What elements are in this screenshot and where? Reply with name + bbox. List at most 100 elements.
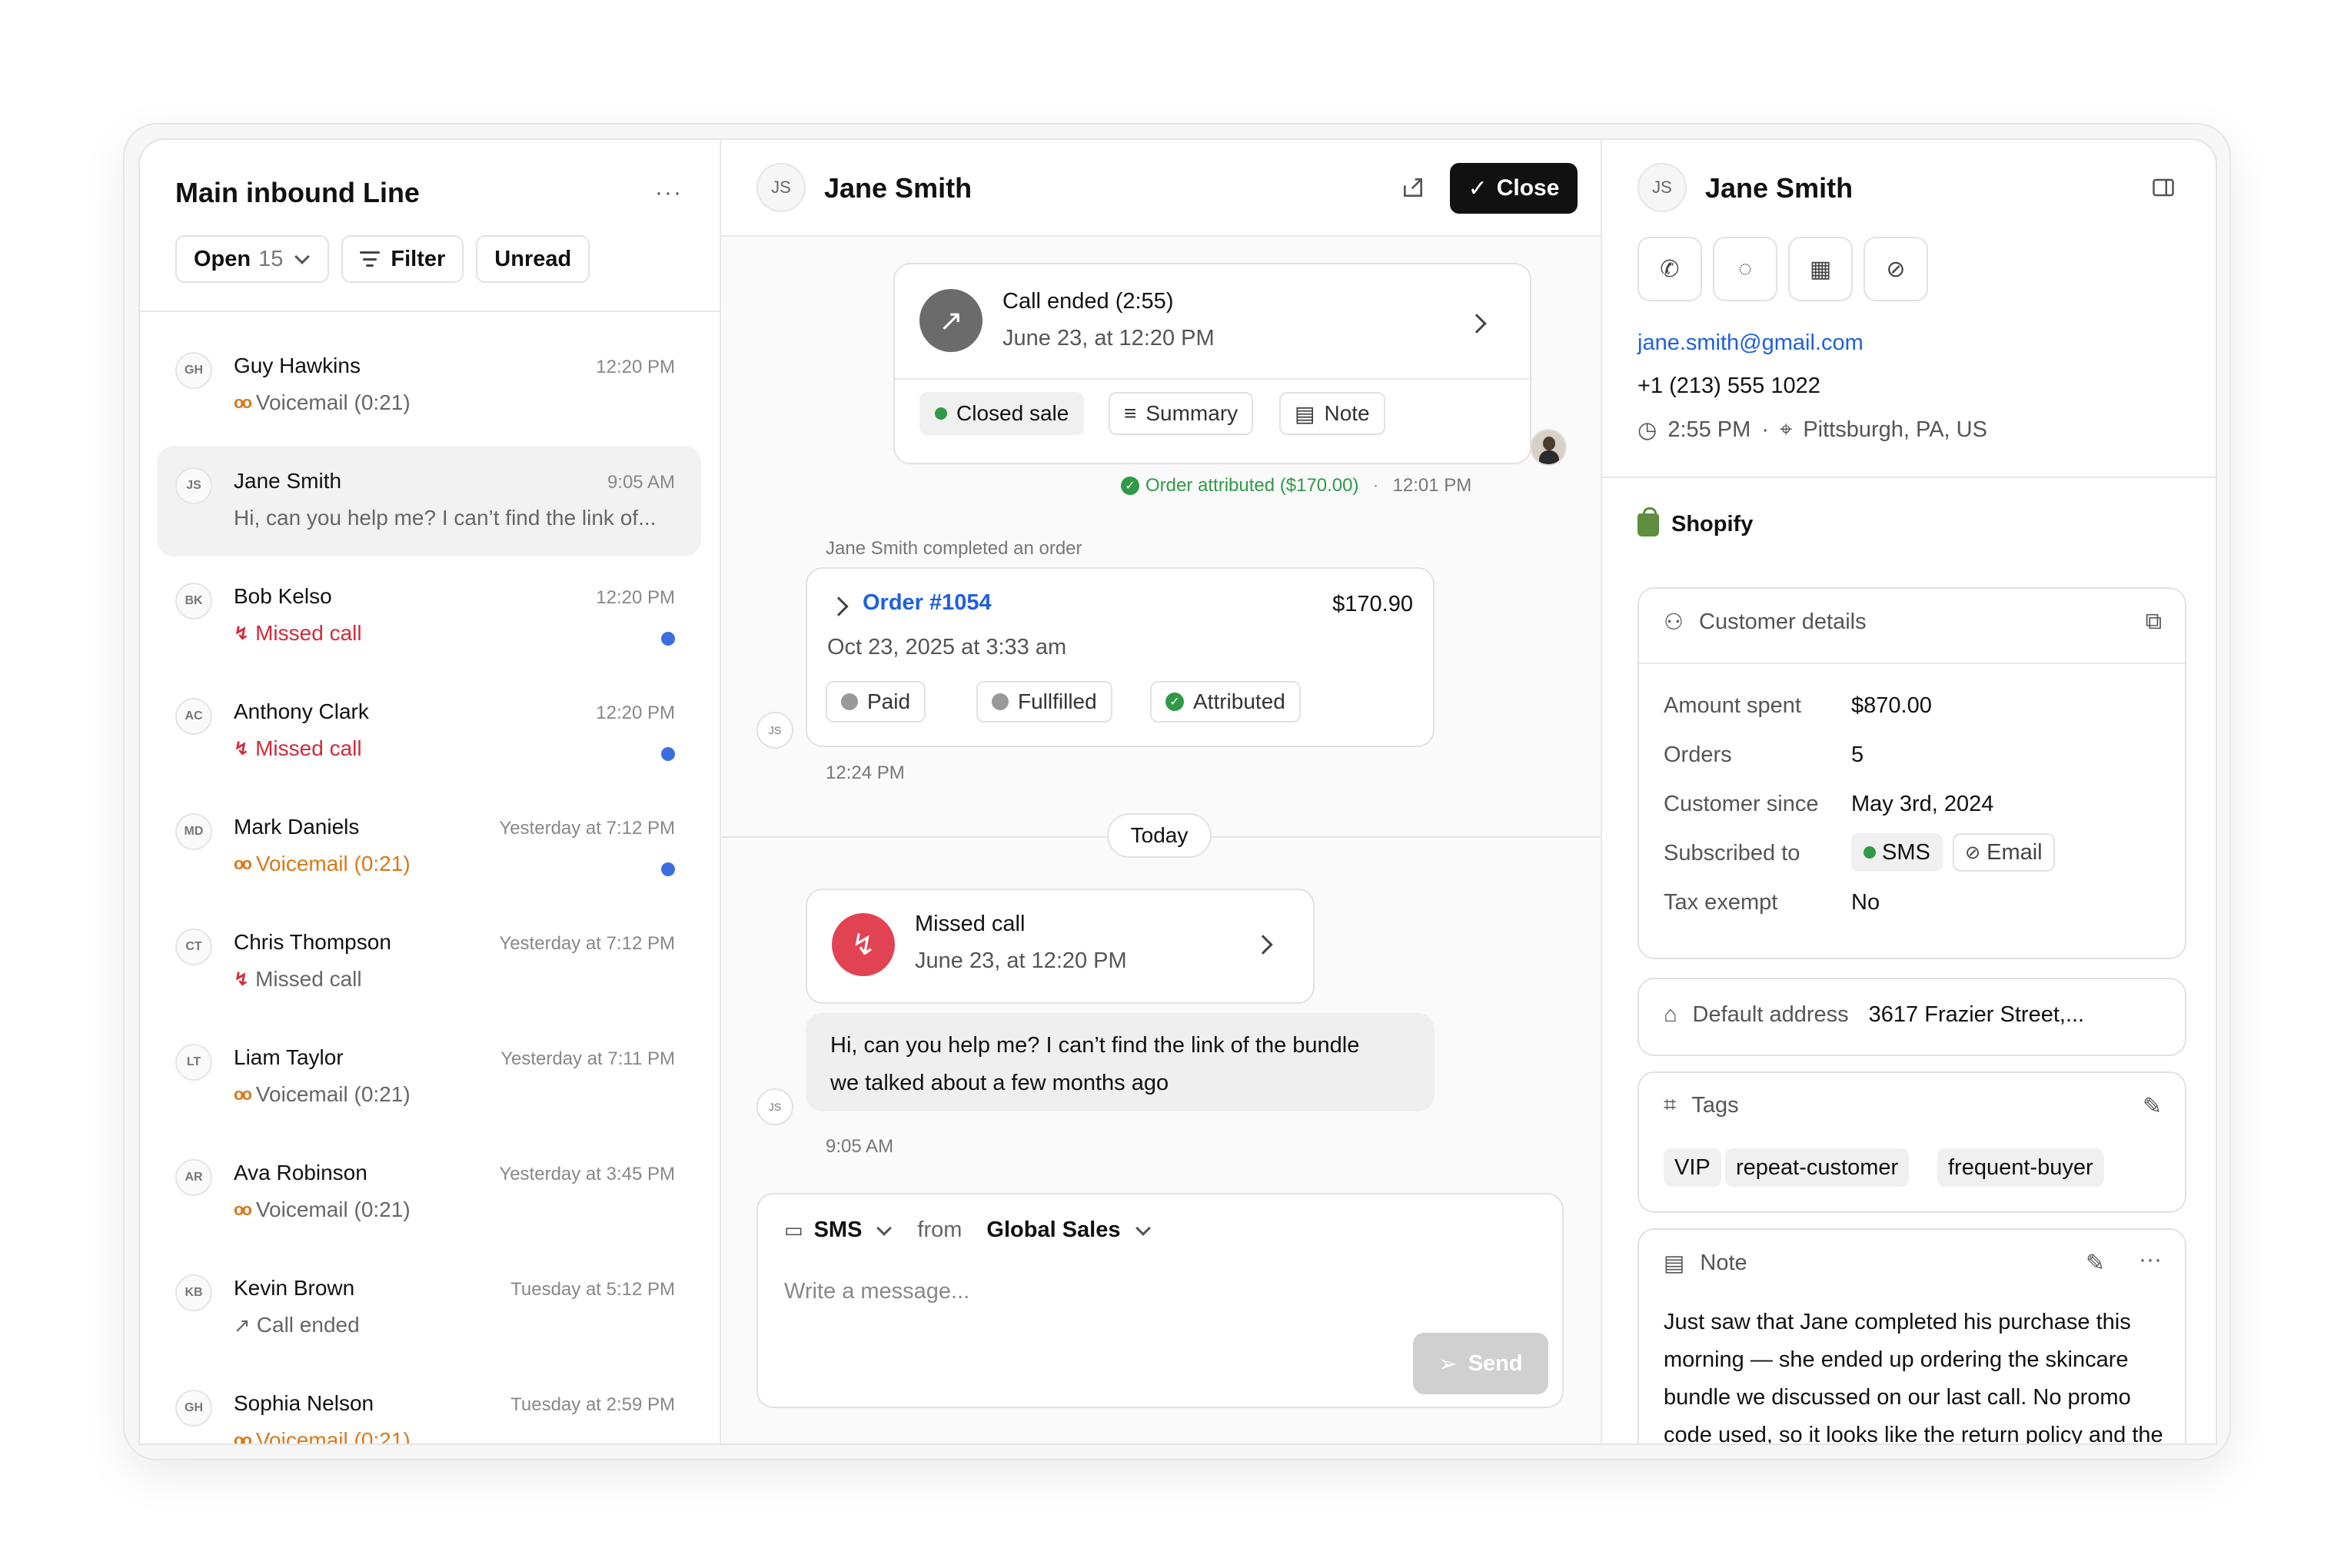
unread-filter-button[interactable]: Unread [476,235,590,283]
conversation-item[interactable]: GH Guy Hawkins 12:20 PM oo Voicemail (0:2… [157,331,701,441]
detail-label: Customer since [1664,792,1819,816]
conversation-panel: JS Jane Smith ✓ Close ↗ Call ended (2:55… [721,140,1602,1443]
status-dot [841,693,858,710]
message-time: 9:05 AM [826,1136,894,1157]
share-icon[interactable] [1396,171,1430,204]
channel-select[interactable]: SMS [814,1218,863,1243]
missed-call-card[interactable]: ↯ Missed call June 23, at 12:20 PM [806,889,1315,1004]
avatar: AC [175,698,212,735]
chevron-down-icon[interactable] [1135,1220,1151,1236]
contact-name: Bob Kelso [234,584,332,608]
customer-details-card: ⚇ Customer details ⧉ Amount spent $870.0… [1637,587,2186,959]
calendar-icon: ▦ [1809,256,1832,282]
conversation-preview: oo Voicemail (0:21) [234,1428,411,1443]
chevron-down-icon[interactable] [876,1220,893,1236]
conversation-time: Yesterday at 7:11 PM [500,1048,675,1069]
conversation-item[interactable]: LT Liam Taylor Yesterday at 7:11 PM oo Vo… [157,1022,701,1133]
contact-meta: ◷ 2:55 PM · ⌖ Pittsburgh, PA, US [1637,417,1987,443]
conversation-item-active[interactable]: JS Jane Smith 9:05 AM Hi, can you help m… [157,446,701,556]
filter-button[interactable]: Filter [341,235,464,283]
conversation-item[interactable]: AC Anthony Clark 12:20 PM ↯ Missed call [157,676,701,787]
voicemail-icon: oo [234,1085,252,1104]
filter-label: Filter [391,246,446,271]
message-text-line: we talked about a few months ago [830,1071,1169,1095]
line-select[interactable]: Global Sales [986,1218,1120,1243]
pencil-icon[interactable]: ✎ [2143,1093,2162,1120]
detail-label: Subscribed to [1664,841,1800,865]
summary-icon: ≡ [1124,401,1137,425]
toggle-sidebar-icon[interactable] [2146,171,2180,204]
status-filter-dropdown[interactable]: Open 15 [175,235,330,283]
outgoing-call-icon: ↗ [919,289,982,352]
voicemail-icon: oo [234,1200,252,1219]
conversation-list: GH Guy Hawkins 12:20 PM oo Voicemail (0:2… [140,312,720,1443]
conversation-item[interactable]: KB Kevin Brown Tuesday at 5:12 PM ↗ Call … [157,1253,701,1364]
customer-since-value: May 3rd, 2024 [1851,792,1994,816]
default-address-card[interactable]: ⌂ Default address 3617 Frazier Street,..… [1637,978,2186,1056]
conversation-item[interactable]: BK Bob Kelso 12:20 PM ↯ Missed call [157,561,701,672]
call-button[interactable]: ✆ [1637,237,1702,301]
note-button[interactable]: ▤ Note [1279,392,1385,435]
conversation-item[interactable]: CT Chris Thompson Yesterday at 7:12 PM ↯… [157,907,701,1018]
customer-details-header: ⚇ Customer details [1664,610,1867,635]
outgoing-call-icon: ↗ [234,1313,251,1337]
block-icon: ⊘ [1886,256,1906,282]
contact-name: Anthony Clark [234,699,369,723]
order-link[interactable]: Order #1054 [863,590,992,616]
message-button[interactable]: ◌ [1713,237,1777,301]
send-button[interactable]: ➢ Send [1413,1333,1548,1394]
message-bubble: Hi, can you help me? I can’t find the li… [806,1013,1435,1111]
close-conversation-button[interactable]: ✓ Close [1450,163,1578,214]
tag-chip: repeat-customer [1725,1148,1910,1187]
contact-name: Jane Smith [1705,172,1854,204]
conversation-preview: ↯ Missed call [234,736,362,760]
email-subscription-badge: ⊘ Email [1953,833,2055,872]
more-horizontal-icon[interactable]: ··· [655,180,683,206]
message-input[interactable]: Write a message... [784,1279,969,1304]
conversation-time: Yesterday at 7:12 PM [499,818,675,839]
summary-button[interactable]: ≡ Summary [1109,392,1254,435]
missed-call-icon: ↯ [234,738,250,759]
user-icon: ⚇ [1664,610,1684,635]
amount-spent-value: $870.00 [1851,693,1932,718]
note-header: ▤ Note [1664,1251,1747,1276]
agent-avatar [1530,429,1567,466]
external-link-icon[interactable]: ⧉ [2146,609,2162,635]
chevron-down-icon [294,249,311,264]
tag-chip: VIP [1664,1148,1721,1187]
conversation-item[interactable]: AR Ava Robinson Yesterday at 3:45 PM oo V… [157,1138,701,1248]
conversation-time: 9:05 AM [607,472,675,493]
status-dot [992,693,1009,710]
home-icon: ⌂ [1664,1002,1677,1027]
filter-icon [360,251,381,267]
order-card[interactable]: Order #1054 $170.90 Oct 23, 2025 at 3:33… [806,567,1435,747]
app-panel: Main inbound Line ··· Open 15 Filter Unr… [138,138,2217,1445]
voicemail-icon: oo [234,393,252,412]
avatar: CT [175,929,212,965]
local-time: 2:55 PM [1667,417,1751,442]
more-horizontal-icon[interactable]: ··· [2139,1247,2162,1273]
from-label: from [917,1218,963,1242]
block-button[interactable]: ⊘ [1864,237,1928,301]
conversation-item[interactable]: MD Mark Daniels Yesterday at 7:12 PM oo V… [157,792,701,902]
schedule-button[interactable]: ▦ [1788,237,1853,301]
contact-name: Guy Hawkins [234,354,361,377]
conversation-preview: oo Voicemail (0:21) [234,1198,411,1221]
contact-email[interactable]: jane.smith@gmail.com [1637,331,1864,356]
contact-name: Kevin Brown [234,1276,355,1300]
conversation-preview: ↗ Call ended [234,1313,360,1337]
contact-name: Liam Taylor [234,1045,344,1069]
missed-call-icon: ↯ [234,623,250,644]
conversation-time: Tuesday at 5:12 PM [510,1279,675,1300]
status-dot [935,407,947,420]
pencil-icon[interactable]: ✎ [2086,1250,2105,1277]
unread-dot [661,862,675,876]
check-circle-icon: ✓ [1121,477,1139,495]
avatar: MD [175,813,212,850]
sms-subscription-badge: SMS [1851,833,1943,872]
chevron-right-icon [1253,935,1273,955]
conversation-item[interactable]: GH Sophia Nelson Tuesday at 2:59 PM oo Vo… [157,1368,701,1443]
call-ended-card[interactable]: ↗ Call ended (2:55) June 23, at 12:20 PM… [893,263,1531,464]
location-pin-icon: ⌖ [1779,417,1793,442]
call-date: June 23, at 12:20 PM [1002,326,1215,350]
